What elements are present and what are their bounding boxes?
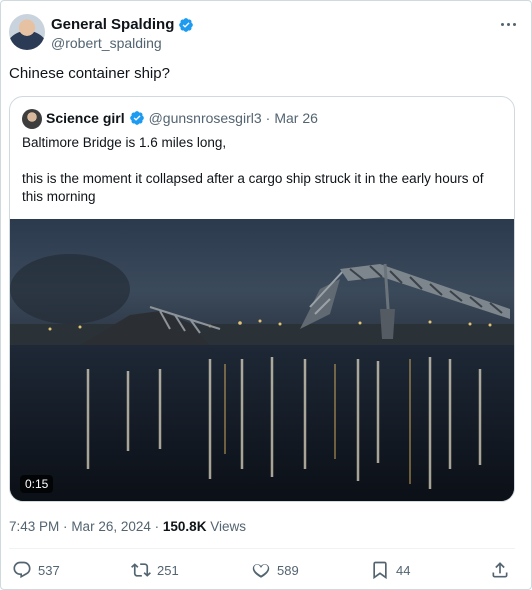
share-button[interactable]	[490, 560, 510, 580]
video-frame-image	[10, 219, 514, 501]
video-duration-badge: 0:15	[20, 475, 54, 493]
views-label: Views	[210, 519, 246, 534]
bookmark-icon	[373, 561, 387, 580]
quoted-verified-badge-icon	[129, 111, 144, 125]
quoted-separator: ·	[265, 110, 271, 126]
quoted-display-name[interactable]: Science girl	[46, 110, 125, 126]
views-count[interactable]: 150.8K	[163, 519, 207, 534]
tweet-meta: 7:43 PM · Mar 26, 2024 · 150.8K Views	[9, 519, 246, 534]
reply-icon	[13, 561, 31, 579]
repost-icon	[131, 563, 151, 577]
author-avatar[interactable]	[9, 14, 45, 50]
quoted-handle: @gunsnrosesgirl3	[148, 110, 262, 126]
quoted-text-line2: this is the moment it collapsed after a …	[22, 171, 484, 204]
bookmark-button[interactable]: 44	[370, 560, 410, 580]
reply-button[interactable]: 537	[12, 560, 60, 580]
divider	[9, 548, 515, 549]
repost-button[interactable]: 251	[131, 560, 179, 580]
tweet-date[interactable]: Mar 26, 2024	[71, 519, 151, 534]
tweet-text: Chinese container ship?	[9, 65, 170, 82]
reply-count: 537	[38, 562, 60, 578]
author-handle[interactable]: @robert_spalding	[51, 35, 162, 51]
author-display-name[interactable]: General Spalding	[51, 16, 174, 33]
meta-separator-2: ·	[154, 519, 160, 534]
verified-badge-icon	[179, 17, 194, 32]
meta-separator: ·	[63, 519, 68, 534]
action-bar: 537 251 589 44	[0, 558, 532, 586]
quoted-text-line1: Baltimore Bridge is 1.6 miles long,	[22, 135, 227, 150]
tweet-time[interactable]: 7:43 PM	[9, 519, 59, 534]
more-options-icon[interactable]	[497, 14, 519, 34]
quoted-author-avatar[interactable]	[22, 109, 42, 129]
quoted-tweet[interactable]: Science girl @gunsnrosesgirl3 · Mar 26 B…	[9, 96, 515, 502]
author-name-line: General Spalding	[51, 16, 194, 33]
video-player[interactable]: 0:15	[10, 219, 514, 501]
quoted-header: Science girl @gunsnrosesgirl3 · Mar 26	[46, 110, 318, 126]
quoted-date[interactable]: Mar 26	[274, 110, 318, 126]
like-button[interactable]: 589	[251, 560, 299, 580]
heart-icon	[252, 564, 270, 578]
repost-count: 251	[157, 562, 179, 578]
like-count: 589	[277, 562, 299, 578]
bookmark-count: 44	[396, 562, 411, 578]
share-icon	[492, 562, 508, 578]
